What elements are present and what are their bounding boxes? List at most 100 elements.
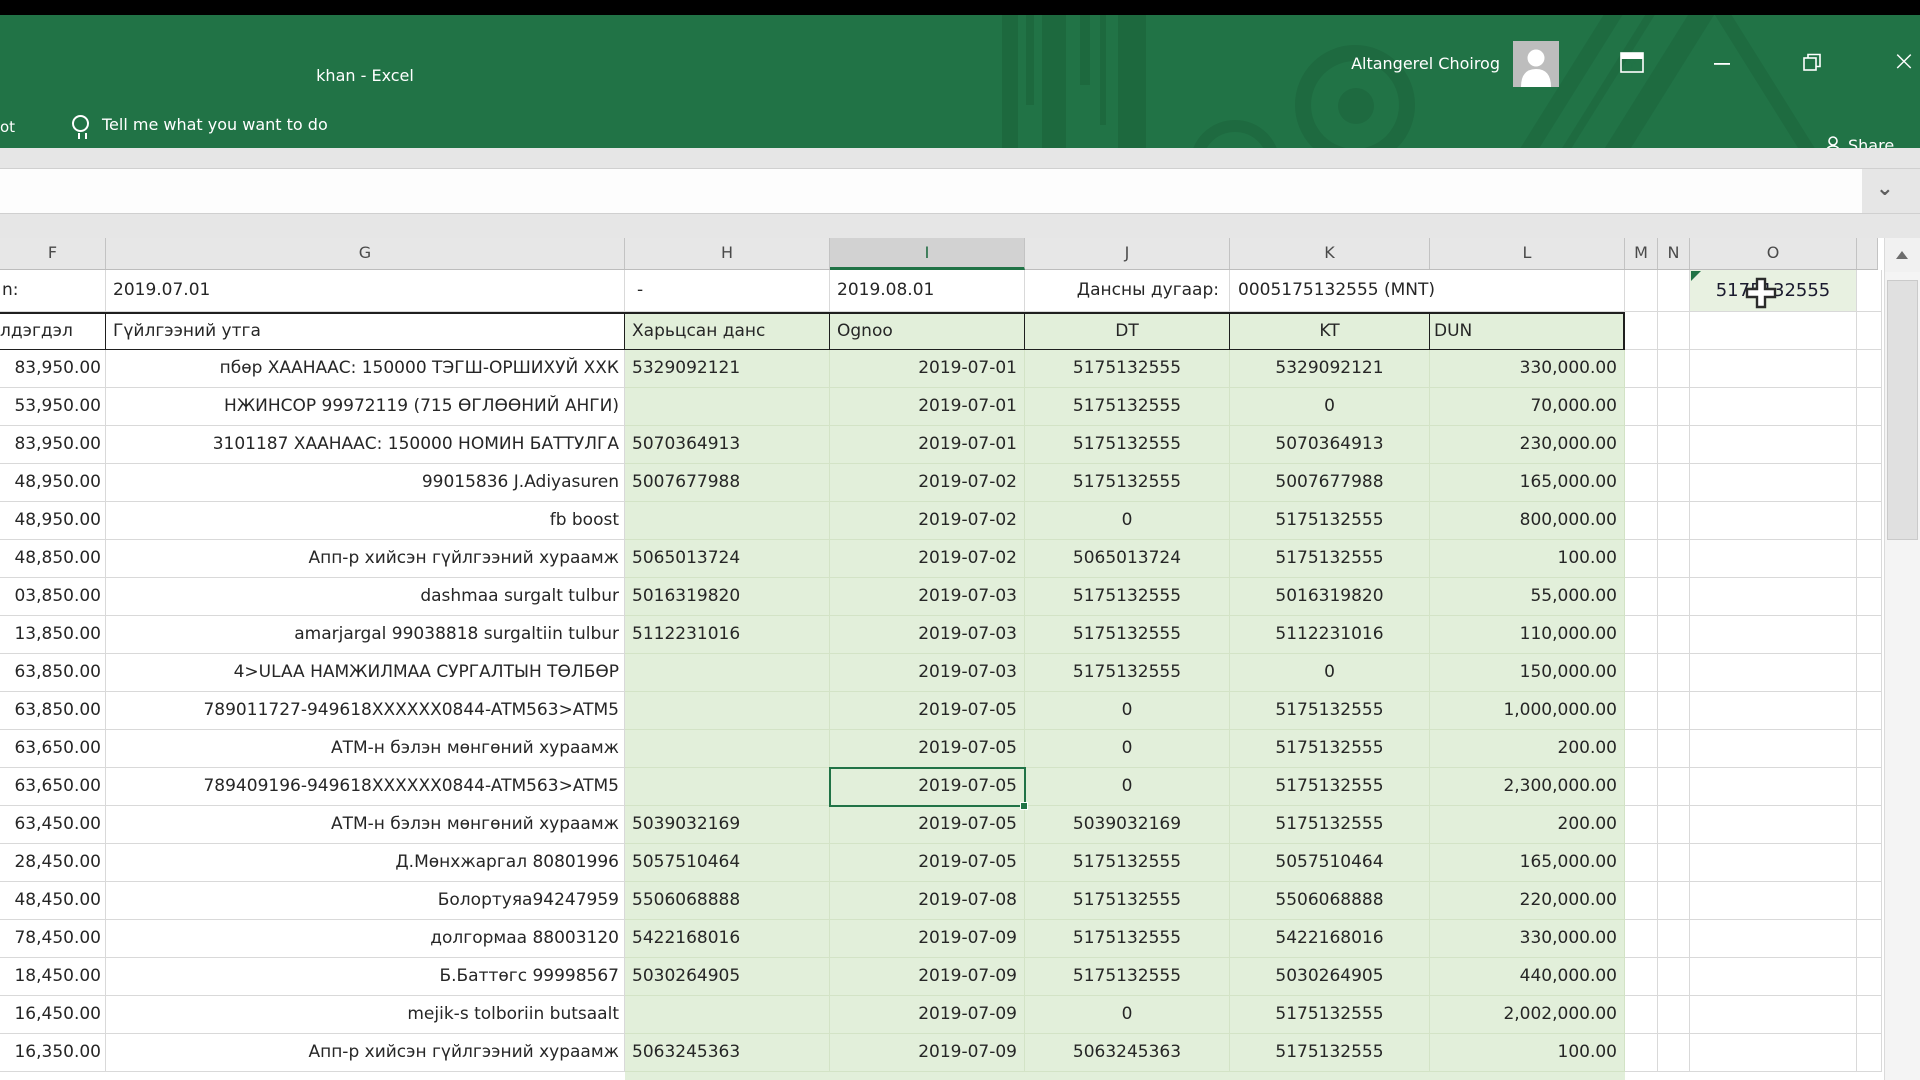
- cell-G21[interactable]: Апп-р хийсэн гүйлгээний хураамж: [106, 1034, 625, 1072]
- cell-P12[interactable]: [1857, 692, 1882, 730]
- cell-L5[interactable]: 230,000.00: [1430, 426, 1625, 464]
- cell-M19[interactable]: [1625, 958, 1658, 996]
- cell-L10[interactable]: 110,000.00: [1430, 616, 1625, 654]
- cell-N14[interactable]: [1658, 768, 1690, 806]
- cell-K11[interactable]: 0: [1230, 654, 1430, 692]
- cell-I1[interactable]: 2019.08.01: [830, 270, 1025, 312]
- cell-J16[interactable]: 5175132555: [1025, 844, 1230, 882]
- cell-I10[interactable]: 2019-07-03: [830, 616, 1025, 654]
- cell-F13[interactable]: 63,650.00: [0, 730, 106, 768]
- cell-L14[interactable]: 2,300,000.00: [1430, 768, 1625, 806]
- scrollbar-thumb[interactable]: [1887, 280, 1918, 540]
- cell-N17[interactable]: [1658, 882, 1690, 920]
- cell-J18[interactable]: 5175132555: [1025, 920, 1230, 958]
- cell-I19[interactable]: 2019-07-09: [830, 958, 1025, 996]
- cell-O18[interactable]: [1690, 920, 1857, 958]
- cell-G13[interactable]: АТМ-н бэлэн мөнгөний хураамж: [106, 730, 625, 768]
- cell-M1[interactable]: [1625, 270, 1658, 312]
- cell-L20[interactable]: 2,002,000.00: [1430, 996, 1625, 1034]
- cell-H5[interactable]: 5070364913: [625, 426, 830, 464]
- cell-N13[interactable]: [1658, 730, 1690, 768]
- cell-H3[interactable]: 5329092121: [625, 350, 830, 388]
- cell-L18[interactable]: 330,000.00: [1430, 920, 1625, 958]
- cell-N11[interactable]: [1658, 654, 1690, 692]
- selected-cell-outline[interactable]: [829, 767, 1026, 807]
- cell-N18[interactable]: [1658, 920, 1690, 958]
- cell-P16[interactable]: [1857, 844, 1882, 882]
- cell-P6[interactable]: [1857, 464, 1882, 502]
- cell-H15[interactable]: 5039032169: [625, 806, 830, 844]
- close-button[interactable]: ×: [1888, 45, 1920, 77]
- cell-K20[interactable]: 5175132555: [1230, 996, 1430, 1034]
- cell-G18[interactable]: долгормаа 88003120: [106, 920, 625, 958]
- column-header-K[interactable]: K: [1230, 238, 1430, 269]
- cell-I5[interactable]: 2019-07-01: [830, 426, 1025, 464]
- cell-F18[interactable]: 78,450.00: [0, 920, 106, 958]
- cell-O12[interactable]: [1690, 692, 1857, 730]
- cell-M20[interactable]: [1625, 996, 1658, 1034]
- cell-F4[interactable]: 53,950.00: [0, 388, 106, 426]
- cell-O6[interactable]: [1690, 464, 1857, 502]
- cell-M7[interactable]: [1625, 502, 1658, 540]
- cell-M9[interactable]: [1625, 578, 1658, 616]
- cell-I6[interactable]: 2019-07-02: [830, 464, 1025, 502]
- column-header-H[interactable]: H: [625, 238, 830, 269]
- cell-F16[interactable]: 28,450.00: [0, 844, 106, 882]
- cell-N8[interactable]: [1658, 540, 1690, 578]
- column-header-F[interactable]: F: [0, 238, 106, 269]
- cell-H20[interactable]: [625, 996, 830, 1034]
- header-cell-counter-account[interactable]: Харьцсан данс: [625, 314, 830, 349]
- cell-J20[interactable]: 0: [1025, 996, 1230, 1034]
- cell-G15[interactable]: АТМ-н бэлэн мөнгөний хураамж: [106, 806, 625, 844]
- cell-O10[interactable]: [1690, 616, 1857, 654]
- cell-M14[interactable]: [1625, 768, 1658, 806]
- cell-J4[interactable]: 5175132555: [1025, 388, 1230, 426]
- cell-F9[interactable]: 03,850.00: [0, 578, 106, 616]
- cell-I16[interactable]: 2019-07-05: [830, 844, 1025, 882]
- cell-F21[interactable]: 16,350.00: [0, 1034, 106, 1072]
- formula-bar[interactable]: [0, 168, 1862, 214]
- cell-J11[interactable]: 5175132555: [1025, 654, 1230, 692]
- cell-G11[interactable]: 4>ULAA НАМЖИЛМАА СУРГАЛТЫН ТӨЛБӨР: [106, 654, 625, 692]
- fill-handle[interactable]: [1020, 802, 1028, 810]
- cell-K16[interactable]: 5057510464: [1230, 844, 1430, 882]
- cell-M11[interactable]: [1625, 654, 1658, 692]
- cell-H14[interactable]: [625, 768, 830, 806]
- cell-O14[interactable]: [1690, 768, 1857, 806]
- cell-O3[interactable]: [1690, 350, 1857, 388]
- cell-L12[interactable]: 1,000,000.00: [1430, 692, 1625, 730]
- column-header-N[interactable]: N: [1658, 238, 1690, 269]
- cell-O2[interactable]: [1690, 312, 1857, 350]
- column-header-O[interactable]: O: [1690, 238, 1857, 269]
- cell-K4[interactable]: 0: [1230, 388, 1430, 426]
- cell-I3[interactable]: 2019-07-01: [830, 350, 1025, 388]
- cell-O4[interactable]: [1690, 388, 1857, 426]
- cell-M16[interactable]: [1625, 844, 1658, 882]
- cell-H17[interactable]: 5506068888: [625, 882, 830, 920]
- cell-P19[interactable]: [1857, 958, 1882, 996]
- header-cell-kt[interactable]: KT: [1230, 314, 1430, 349]
- cell-F6[interactable]: 48,950.00: [0, 464, 106, 502]
- cell-P18[interactable]: [1857, 920, 1882, 958]
- cell-G4[interactable]: НЖИНСОР 99972119 (715 ӨГЛӨӨНИЙ АНГИ): [106, 388, 625, 426]
- cell-K14[interactable]: 5175132555: [1230, 768, 1430, 806]
- cell-P14[interactable]: [1857, 768, 1882, 806]
- cell-O1[interactable]: 5175132555: [1690, 270, 1857, 312]
- cell-P5[interactable]: [1857, 426, 1882, 464]
- cell-J19[interactable]: 5175132555: [1025, 958, 1230, 996]
- cell-M3[interactable]: [1625, 350, 1658, 388]
- cell-L19[interactable]: 440,000.00: [1430, 958, 1625, 996]
- cell-O20[interactable]: [1690, 996, 1857, 1034]
- cell-P2[interactable]: [1857, 312, 1882, 350]
- cell-F15[interactable]: 63,450.00: [0, 806, 106, 844]
- cell-I9[interactable]: 2019-07-03: [830, 578, 1025, 616]
- cell-O21[interactable]: [1690, 1034, 1857, 1072]
- formula-bar-expand-chevron-icon[interactable]: ⌄: [1876, 176, 1900, 200]
- cell-L8[interactable]: 100.00: [1430, 540, 1625, 578]
- cell-J14[interactable]: 0: [1025, 768, 1230, 806]
- cell-K13[interactable]: 5175132555: [1230, 730, 1430, 768]
- cell-P15[interactable]: [1857, 806, 1882, 844]
- cell-H19[interactable]: 5030264905: [625, 958, 830, 996]
- column-header-partial[interactable]: [1857, 238, 1878, 269]
- cell-H18[interactable]: 5422168016: [625, 920, 830, 958]
